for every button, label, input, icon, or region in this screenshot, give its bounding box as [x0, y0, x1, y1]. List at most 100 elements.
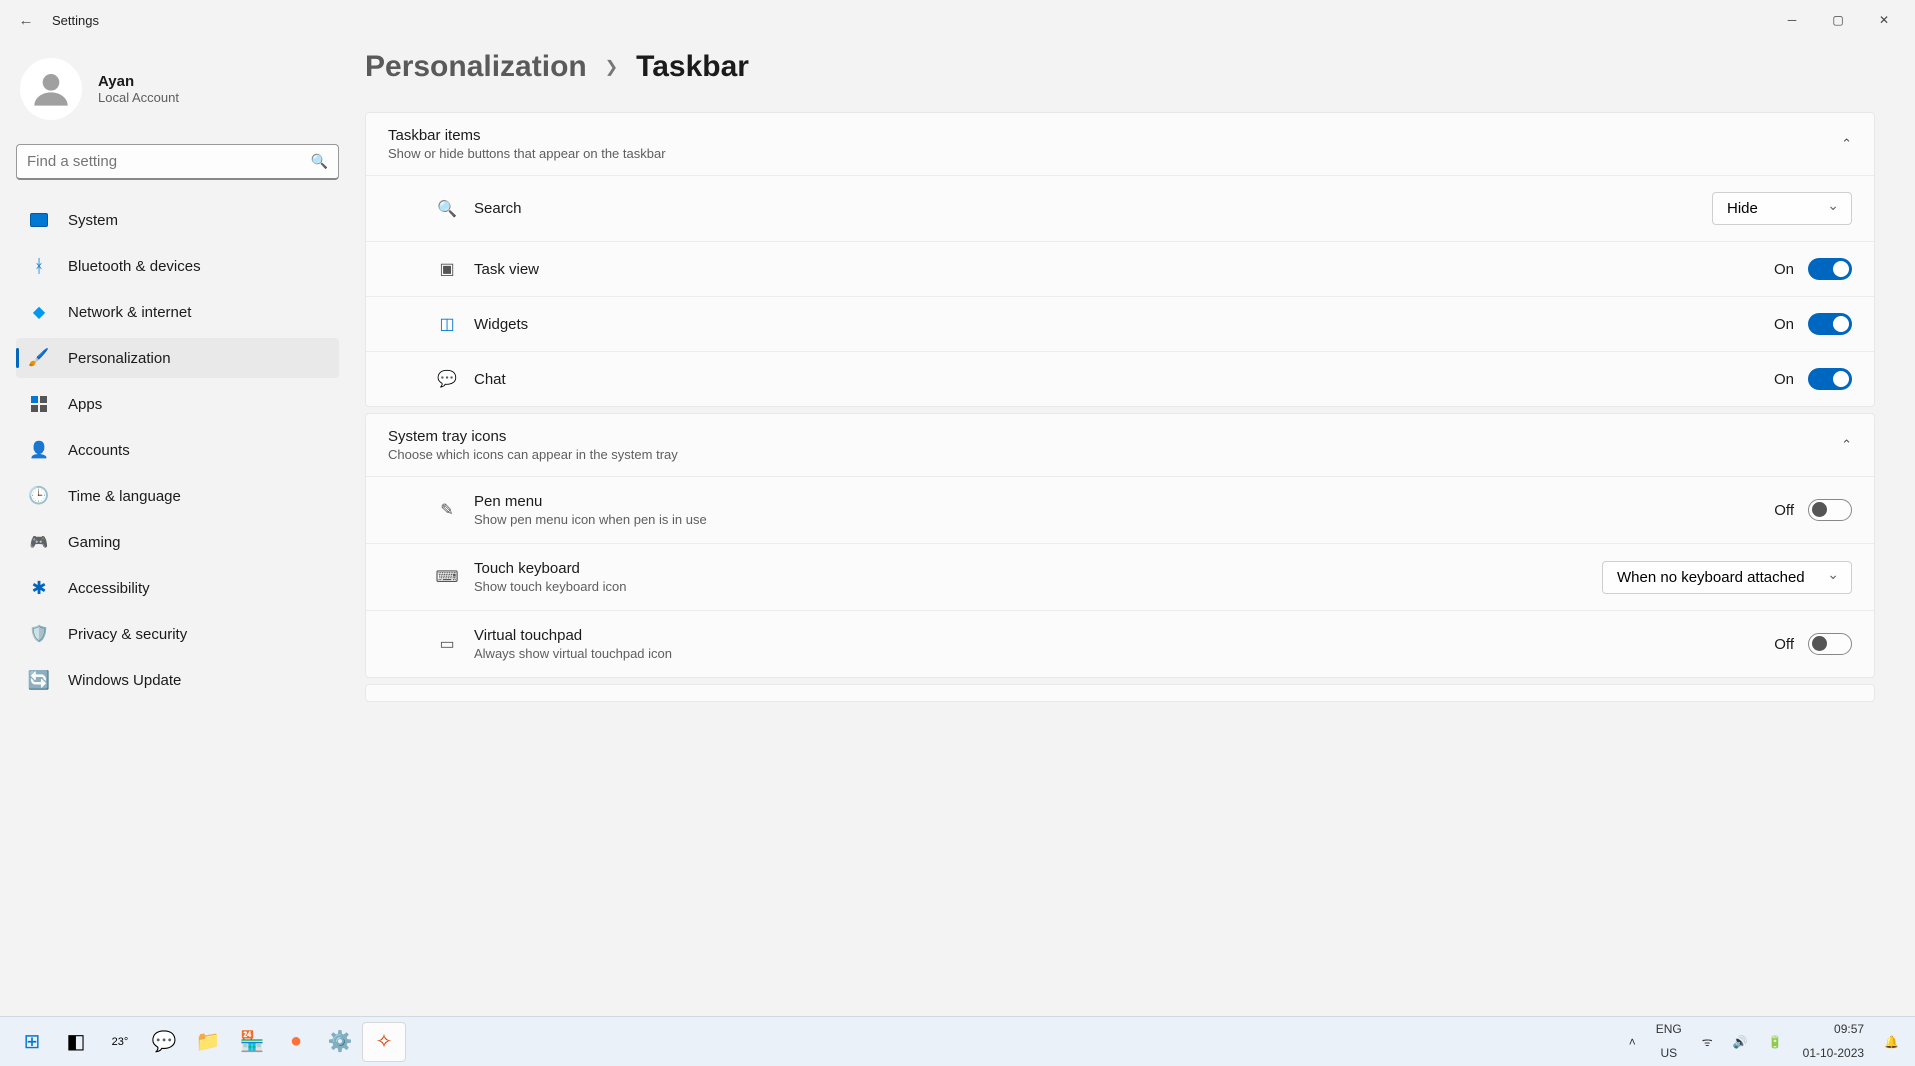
- nav-gaming[interactable]: 🎮Gaming: [16, 522, 339, 562]
- nav-label: Network & internet: [68, 304, 191, 321]
- chevron-up-icon: ⌃: [1841, 437, 1852, 453]
- row-search: 🔍 Search Hide: [366, 175, 1874, 241]
- taskview-button[interactable]: ◧: [54, 1022, 98, 1062]
- breadcrumb-current: Taskbar: [636, 50, 749, 84]
- taskview-toggle[interactable]: [1808, 258, 1852, 280]
- nav-list: System ᚼ Bluetooth & devices ◆ Network & i…: [16, 200, 339, 700]
- row-chat: 💬 Chat On: [366, 351, 1874, 406]
- panel-title: Taskbar items: [388, 127, 666, 144]
- widgets-toggle[interactable]: [1808, 313, 1852, 335]
- language-indicator[interactable]: ENG US: [1650, 1023, 1688, 1059]
- touch-keyboard-dropdown[interactable]: When no keyboard attached: [1602, 561, 1852, 594]
- battery-icon[interactable]: 🔋: [1762, 1035, 1789, 1049]
- chat-toggle[interactable]: [1808, 368, 1852, 390]
- chevron-right-icon: ❯: [605, 57, 618, 77]
- row-label: Pen menu: [474, 493, 707, 510]
- nav-personalization[interactable]: 🖌️Personalization: [16, 338, 339, 378]
- back-button[interactable]: ←: [8, 12, 44, 29]
- snipping-tool[interactable]: ✧: [362, 1022, 406, 1062]
- row-label: Widgets: [474, 316, 528, 333]
- nav-label: Apps: [68, 396, 102, 413]
- chat-app[interactable]: 💬: [142, 1022, 186, 1062]
- row-sublabel: Show pen menu icon when pen is in use: [474, 512, 707, 527]
- bluetooth-icon: ᚼ: [28, 255, 50, 277]
- nav-accounts[interactable]: 👤 Accounts: [16, 430, 339, 470]
- nav-apps[interactable]: Apps: [16, 384, 339, 424]
- panel-header-system-tray[interactable]: System tray icons Choose which icons can…: [366, 414, 1874, 476]
- chat-icon: 💬: [436, 368, 458, 390]
- search-box[interactable]: 🔍: [16, 144, 339, 180]
- weather-widget[interactable]: 23°: [98, 1022, 142, 1062]
- windows-taskbar: ⊞ ◧ 23° 💬 📁 🏪 ● ⚙️ ✧ ˄ ENG US ᯤ 🔊 🔋 09:5…: [0, 1016, 1915, 1066]
- sync-icon: 🔄: [28, 669, 50, 691]
- row-label: Touch keyboard: [474, 560, 626, 577]
- time-text: 09:57: [1834, 1023, 1864, 1037]
- system-tray: ˄ ENG US ᯤ 🔊 🔋 09:57 01-10-2023 🔔: [1623, 1023, 1905, 1061]
- clock-icon: 🕒: [28, 485, 50, 507]
- search-input[interactable]: [27, 153, 311, 170]
- panel-collapsed-next[interactable]: [365, 684, 1875, 702]
- row-label: Virtual touchpad: [474, 627, 672, 644]
- tray-overflow[interactable]: ˄: [1623, 1035, 1642, 1049]
- touchpad-icon: ▭: [436, 633, 458, 655]
- breadcrumb-parent[interactable]: Personalization: [365, 50, 587, 84]
- panel-header-taskbar-items[interactable]: Taskbar items Show or hide buttons that …: [366, 113, 1874, 175]
- profile-name: Ayan: [98, 73, 179, 90]
- content: Personalization ❯ Taskbar Taskbar items …: [355, 40, 1915, 1016]
- nav-network[interactable]: ◆ Network & internet: [16, 292, 339, 332]
- nav-label: Bluetooth & devices: [68, 258, 201, 275]
- nav-label: System: [68, 212, 118, 229]
- row-label: Search: [474, 200, 522, 217]
- firefox[interactable]: ●: [274, 1022, 318, 1062]
- nav-time[interactable]: 🕒 Time & language: [16, 476, 339, 516]
- nav-label: Time & language: [68, 488, 181, 505]
- weather-text: 23°: [112, 1036, 129, 1048]
- nav-label: Gaming: [68, 534, 121, 551]
- shield-icon: 🛡️: [28, 623, 50, 645]
- nav-privacy[interactable]: 🛡️Privacy & security: [16, 614, 339, 654]
- pen-toggle[interactable]: [1808, 499, 1852, 521]
- row-touch-keyboard: ⌨ Touch keyboard Show touch keyboard ico…: [366, 543, 1874, 610]
- profile-sub: Local Account: [98, 90, 179, 105]
- maximize-button[interactable]: ▢: [1815, 4, 1861, 36]
- window-title: Settings: [52, 13, 99, 28]
- nav-system[interactable]: System: [16, 200, 339, 240]
- nav-update[interactable]: 🔄Windows Update: [16, 660, 339, 700]
- taskview-icon: ▣: [436, 258, 458, 280]
- clock[interactable]: 09:57 01-10-2023: [1797, 1023, 1870, 1061]
- nav-label: Accounts: [68, 442, 130, 459]
- nav-bluetooth[interactable]: ᚼ Bluetooth & devices: [16, 246, 339, 286]
- person-icon: 👤: [28, 439, 50, 461]
- sidebar: Ayan Local Account 🔍 System ᚼ Bluetooth &…: [0, 40, 355, 1016]
- avatar: [20, 58, 82, 120]
- microsoft-store[interactable]: 🏪: [230, 1022, 274, 1062]
- volume-icon[interactable]: 🔊: [1727, 1035, 1754, 1049]
- network-icon[interactable]: ᯤ: [1696, 1033, 1719, 1050]
- file-explorer[interactable]: 📁: [186, 1022, 230, 1062]
- breadcrumb: Personalization ❯ Taskbar: [365, 50, 1875, 84]
- toggle-state: Off: [1774, 502, 1794, 519]
- notifications-icon[interactable]: 🔔: [1878, 1035, 1905, 1049]
- settings-app[interactable]: ⚙️: [318, 1022, 362, 1062]
- search-dropdown[interactable]: Hide: [1712, 192, 1852, 225]
- profile-block[interactable]: Ayan Local Account: [16, 50, 339, 144]
- apps-icon: [31, 396, 47, 412]
- wifi-icon: ◆: [28, 301, 50, 323]
- close-button[interactable]: ✕: [1861, 4, 1907, 36]
- virtual-touchpad-toggle[interactable]: [1808, 633, 1852, 655]
- panel-subtitle: Show or hide buttons that appear on the …: [388, 146, 666, 161]
- date-text: 01-10-2023: [1803, 1047, 1864, 1061]
- toggle-state: On: [1774, 371, 1794, 388]
- minimize-button[interactable]: ─: [1769, 4, 1815, 36]
- start-button[interactable]: ⊞: [10, 1022, 54, 1062]
- search-icon: 🔍: [436, 198, 458, 220]
- row-sublabel: Always show virtual touchpad icon: [474, 646, 672, 661]
- row-label: Task view: [474, 261, 539, 278]
- nav-label: Accessibility: [68, 580, 150, 597]
- nav-accessibility[interactable]: ✱Accessibility: [16, 568, 339, 608]
- dropdown-value: When no keyboard attached: [1617, 569, 1805, 586]
- panel-taskbar-items: Taskbar items Show or hide buttons that …: [365, 112, 1875, 407]
- widgets-icon: ◫: [436, 313, 458, 335]
- row-pen-menu: ✎ Pen menu Show pen menu icon when pen i…: [366, 476, 1874, 543]
- keyboard-icon: ⌨: [436, 566, 458, 588]
